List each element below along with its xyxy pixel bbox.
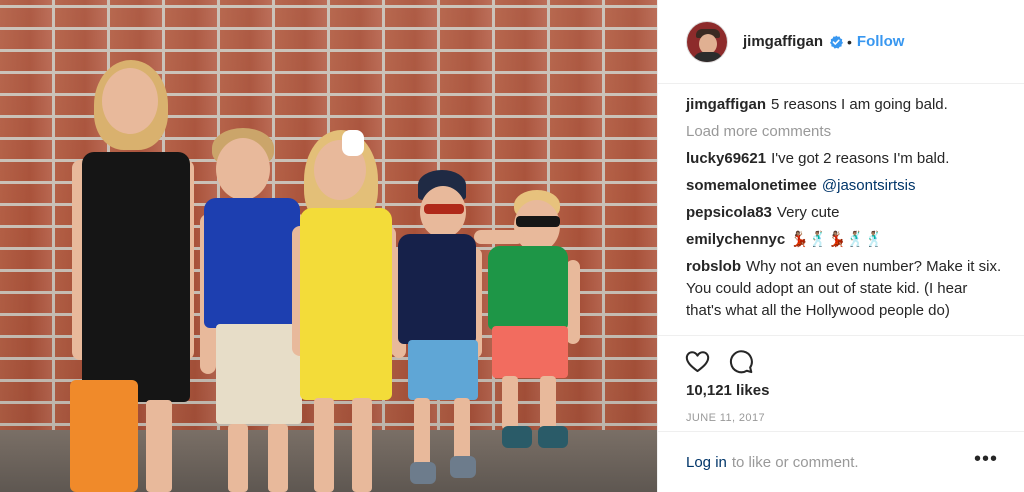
post-actions: 10,121 likes JUNE 11, 2017 xyxy=(658,335,1024,424)
comment-username[interactable]: emilychennyc xyxy=(686,231,785,248)
caption-text: 5 reasons I am going bald. xyxy=(771,96,948,113)
comments-list: jimgaffigan 5 reasons I am going bald. Lo… xyxy=(686,94,1002,327)
comment-emoji-text: 💃🏽🕺🏽💃🏽🕺🏽🕺🏽 xyxy=(790,231,884,248)
post-photo[interactable] xyxy=(0,0,657,492)
comment-item: robslob Why not an even number? Make it s… xyxy=(686,256,1002,322)
comment-item: emilychennyc 💃🏽🕺🏽💃🏽🕺🏽🕺🏽 xyxy=(686,229,1002,251)
instagram-post: jimgaffigan • Follow jimgaffigan 5 reason… xyxy=(0,0,1024,492)
child-figure xyxy=(392,170,482,492)
child-figure xyxy=(64,60,214,492)
comment-mention-link[interactable]: @jasontsirtsis xyxy=(822,177,916,194)
likes-count[interactable]: 10,121 likes xyxy=(686,382,769,399)
header-username[interactable]: jimgaffigan xyxy=(743,33,823,50)
login-suffix: to like or comment. xyxy=(731,454,859,471)
comment-username[interactable]: robslob xyxy=(686,258,741,275)
heart-icon[interactable] xyxy=(684,348,711,375)
comment-item: somemalonetimee @jasontsirtsis xyxy=(686,175,1002,197)
load-more-comments-button[interactable]: Load more comments xyxy=(686,121,1002,143)
comment-text: I've got 2 reasons I'm bald. xyxy=(771,150,950,167)
login-prompt: Log in to like or comment. xyxy=(686,454,859,471)
child-figure xyxy=(474,190,584,492)
comment-text: Very cute xyxy=(776,204,840,221)
comment-username[interactable]: lucky69621 xyxy=(686,150,766,167)
follow-button[interactable]: Follow xyxy=(857,33,905,50)
post-footer: Log in to like or comment. ••• xyxy=(658,431,1024,492)
avatar[interactable] xyxy=(686,20,728,63)
caption-username[interactable]: jimgaffigan xyxy=(686,96,766,113)
caption: jimgaffigan 5 reasons I am going bald. xyxy=(686,94,1002,116)
comment-item: lucky69621 I've got 2 reasons I'm bald. xyxy=(686,148,1002,170)
post-date: JUNE 11, 2017 xyxy=(686,412,765,424)
child-figure xyxy=(292,130,402,492)
action-icons xyxy=(684,348,754,375)
verified-badge-icon xyxy=(830,35,844,49)
separator-dot: • xyxy=(847,33,852,50)
login-link[interactable]: Log in xyxy=(686,454,727,471)
comment-item: pepsicola83 Very cute xyxy=(686,202,1002,224)
comment-bubble-icon[interactable] xyxy=(727,348,754,375)
comment-username[interactable]: pepsicola83 xyxy=(686,204,772,221)
post-header: jimgaffigan • Follow xyxy=(658,0,1024,84)
more-options-button[interactable]: ••• xyxy=(974,449,998,469)
post-sidebar: jimgaffigan • Follow jimgaffigan 5 reason… xyxy=(657,0,1024,492)
comment-username[interactable]: somemalonetimee xyxy=(686,177,817,194)
